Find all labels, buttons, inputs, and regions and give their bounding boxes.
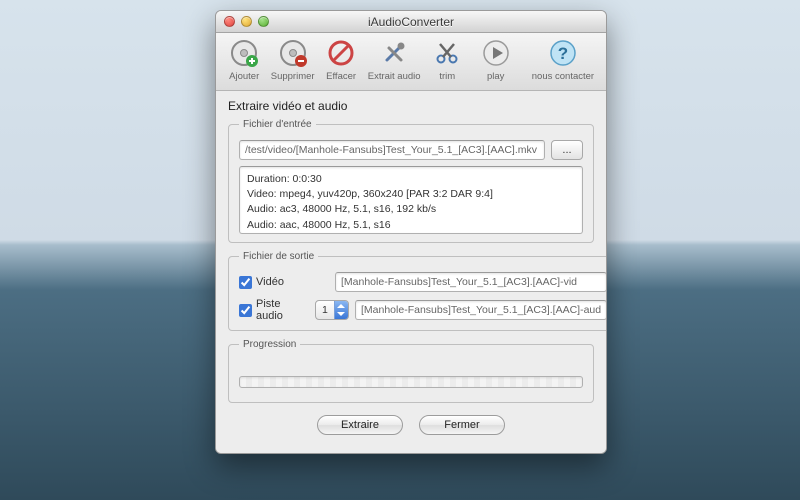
content-area: Extraire vidéo et audio Fichier d'entrée… (216, 91, 606, 453)
svg-text:?: ? (558, 44, 568, 63)
input-path-field[interactable]: /test/video/[Manhole-Fansubs]Test_Your_5… (239, 140, 545, 160)
audio-checkbox[interactable]: Piste audio (239, 298, 309, 322)
contact-button[interactable]: ? nous contacter (526, 37, 600, 82)
add-button[interactable]: Ajouter (222, 37, 266, 82)
audio-track-select[interactable]: 1 (315, 300, 349, 320)
page-title: Extraire vidéo et audio (228, 99, 594, 113)
output-legend: Fichier de sortie (239, 251, 318, 262)
toolbar: Ajouter Supprimer Effacer Extrait audio … (216, 33, 606, 91)
scissors-icon (431, 37, 463, 69)
output-fieldset: Fichier de sortie Vidéo [Manhole-Fansubs… (228, 251, 607, 331)
extract-audio-button[interactable]: Extrait audio (367, 37, 421, 82)
clear-button[interactable]: Effacer (319, 37, 363, 82)
play-icon (480, 37, 512, 69)
minimize-window-button[interactable] (241, 16, 252, 27)
progress-fieldset: Progression (228, 339, 594, 403)
input-legend: Fichier d'entrée (239, 119, 316, 130)
close-button[interactable]: Fermer (419, 415, 505, 435)
audio-checkbox-label: Piste audio (256, 298, 309, 322)
info-line: Video: mpeg4, yuv420p, 360x240 [PAR 3:2 … (247, 187, 575, 202)
minus-disc-icon (277, 37, 309, 69)
zoom-window-button[interactable] (258, 16, 269, 27)
video-checkbox-label: Vidéo (256, 276, 284, 288)
audio-output-field[interactable]: [Manhole-Fansubs]Test_Your_5.1_[AC3].[AA… (355, 300, 607, 320)
extract-button[interactable]: Extraire (317, 415, 403, 435)
dialog-buttons: Extraire Fermer (228, 411, 594, 441)
remove-button[interactable]: Supprimer (270, 37, 314, 82)
play-button[interactable]: play (473, 37, 517, 82)
help-icon: ? (547, 37, 579, 69)
progress-bar (239, 376, 583, 388)
nosign-icon (325, 37, 357, 69)
tools-icon (378, 37, 410, 69)
window-title: iAudioConverter (216, 15, 606, 29)
info-line: Audio: aac, 48000 Hz, 5.1, s16 (247, 218, 575, 233)
progress-legend: Progression (239, 339, 300, 350)
input-fieldset: Fichier d'entrée /test/video/[Manhole-Fa… (228, 119, 594, 243)
info-line: Duration: 0:0:30 (247, 172, 575, 187)
browse-button[interactable]: ... (551, 140, 583, 160)
close-window-button[interactable] (224, 16, 235, 27)
media-info: Duration: 0:0:30 Video: mpeg4, yuv420p, … (239, 166, 583, 234)
traffic-lights (224, 16, 269, 27)
info-line: Audio: ac3, 48000 Hz, 5.1, s16, 192 kb/s (247, 202, 575, 217)
plus-disc-icon (228, 37, 260, 69)
titlebar[interactable]: iAudioConverter (216, 11, 606, 33)
chevron-updown-icon (334, 301, 348, 319)
app-window: iAudioConverter Ajouter Supprimer Efface… (215, 10, 607, 454)
trim-button[interactable]: trim (425, 37, 469, 82)
video-checkbox[interactable]: Vidéo (239, 276, 329, 289)
video-output-field[interactable]: [Manhole-Fansubs]Test_Your_5.1_[AC3].[AA… (335, 272, 607, 292)
